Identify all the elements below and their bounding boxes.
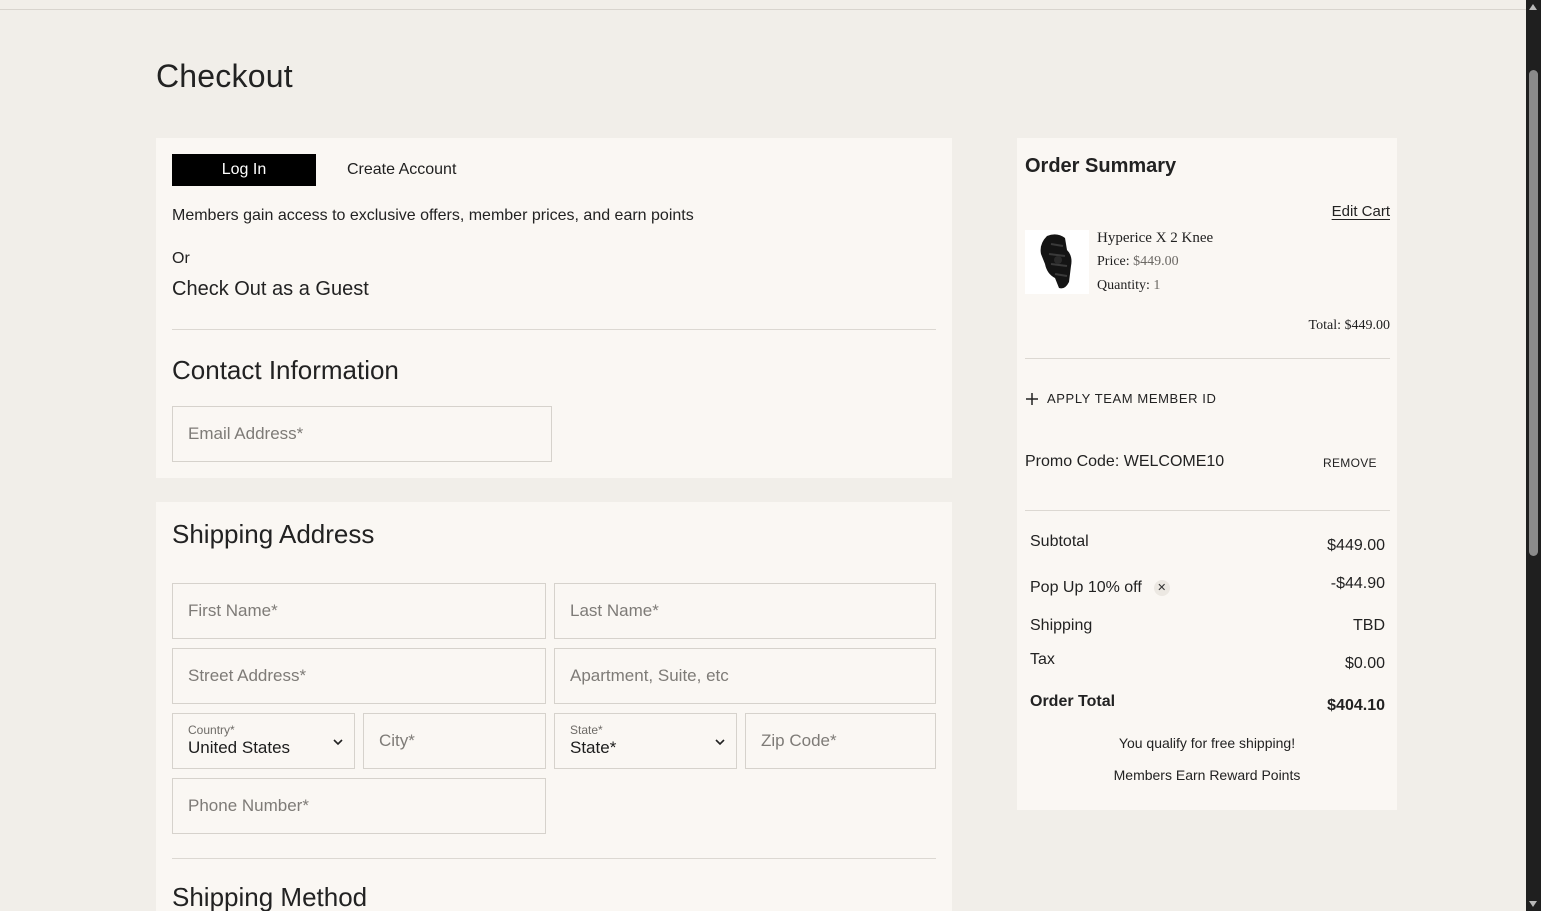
remove-discount-icon[interactable]: ✕ <box>1153 579 1170 596</box>
state-value: State* <box>570 738 617 757</box>
divider <box>1025 358 1390 359</box>
plus-icon <box>1026 392 1038 405</box>
guest-checkout-heading: Check Out as a Guest <box>172 278 369 300</box>
top-divider <box>0 9 1526 10</box>
item-quantity: Quantity: 1 <box>1097 278 1160 294</box>
divider <box>1025 510 1390 511</box>
email-field[interactable] <box>188 424 551 444</box>
last-name-wrapper <box>554 583 936 639</box>
scroll-down-icon[interactable] <box>1529 901 1537 907</box>
city-wrapper <box>363 713 546 769</box>
discount-label: Pop Up 10% off <box>1030 579 1142 596</box>
shipping-label: Shipping <box>1030 617 1093 634</box>
item-name: Hyperice X 2 Knee <box>1097 230 1214 246</box>
apply-team-label: APPLY TEAM MEMBER ID <box>1047 391 1217 406</box>
discount-value: -$44.90 <box>1330 575 1385 592</box>
login-button[interactable]: Log In <box>172 154 316 186</box>
edit-cart-link[interactable]: Edit Cart <box>1332 203 1390 220</box>
scrollbar[interactable] <box>1526 0 1541 911</box>
street-address-field[interactable] <box>188 666 545 686</box>
last-name-field[interactable] <box>570 601 935 621</box>
item-price: Price: $449.00 <box>1097 254 1179 270</box>
price-value: $449.00 <box>1133 254 1179 269</box>
shipping-value: TBD <box>1353 617 1385 634</box>
product-thumbnail <box>1025 230 1089 294</box>
shipping-card: Shipping Address Country* United States … <box>156 502 952 911</box>
city-field[interactable] <box>379 731 545 751</box>
promo-code-label: Promo Code: WELCOME10 <box>1025 453 1225 470</box>
state-select[interactable]: State* State* <box>554 713 737 769</box>
item-total: Total: $449.00 <box>1308 318 1390 333</box>
order-total-label: Order Total <box>1030 693 1116 710</box>
shipping-address-title: Shipping Address <box>172 519 375 549</box>
scroll-thumb[interactable] <box>1529 70 1538 556</box>
divider <box>172 329 936 330</box>
discount-row: Pop Up 10% off ✕ <box>1030 579 1170 597</box>
chevron-down-icon <box>715 739 725 746</box>
order-summary-card: Order Summary Edit Cart Hyperice X 2 Kne… <box>1017 138 1397 810</box>
phone-wrapper <box>172 778 546 834</box>
shipping-method-title: Shipping Method <box>172 882 368 911</box>
scroll-up-icon[interactable] <box>1529 4 1537 10</box>
zip-wrapper <box>745 713 936 769</box>
chevron-down-icon <box>333 739 343 746</box>
login-contact-card: Log In Create Account Members gain acces… <box>156 138 952 478</box>
first-name-wrapper <box>172 583 546 639</box>
quantity-label: Quantity: <box>1097 278 1150 293</box>
price-label: Price: <box>1097 254 1130 269</box>
subtotal-value: $449.00 <box>1327 537 1385 554</box>
members-text: Members gain access to exclusive offers,… <box>172 207 694 224</box>
state-label: State* <box>570 723 603 737</box>
tax-value: $0.00 <box>1344 655 1385 672</box>
street-wrapper <box>172 648 546 704</box>
apply-team-member-button[interactable]: APPLY TEAM MEMBER ID <box>1025 391 1217 406</box>
remove-promo-button[interactable]: REMOVE <box>1323 456 1377 470</box>
or-text: Or <box>172 250 190 267</box>
apt-wrapper <box>554 648 936 704</box>
zip-code-field[interactable] <box>761 731 935 751</box>
page-title: Checkout <box>156 58 293 94</box>
apartment-field[interactable] <box>570 666 935 686</box>
contact-info-title: Contact Information <box>172 355 399 385</box>
subtotal-label: Subtotal <box>1030 533 1089 550</box>
tax-label: Tax <box>1030 651 1055 668</box>
order-total-value: $404.10 <box>1327 697 1385 714</box>
free-shipping-note: You qualify for free shipping! <box>1118 735 1296 751</box>
divider <box>172 858 936 859</box>
quantity-value: 1 <box>1153 278 1161 293</box>
country-select[interactable]: Country* United States <box>172 713 355 769</box>
knee-brace-image <box>1040 234 1072 289</box>
country-value: United States <box>188 738 291 757</box>
phone-field[interactable] <box>188 796 545 816</box>
create-account-button[interactable]: Create Account <box>347 154 456 186</box>
order-summary-title: Order Summary <box>1025 155 1177 177</box>
reward-points-note: Members Earn Reward Points <box>1113 767 1301 783</box>
email-field-wrapper <box>172 406 552 462</box>
first-name-field[interactable] <box>188 601 545 621</box>
country-label: Country* <box>188 723 235 737</box>
